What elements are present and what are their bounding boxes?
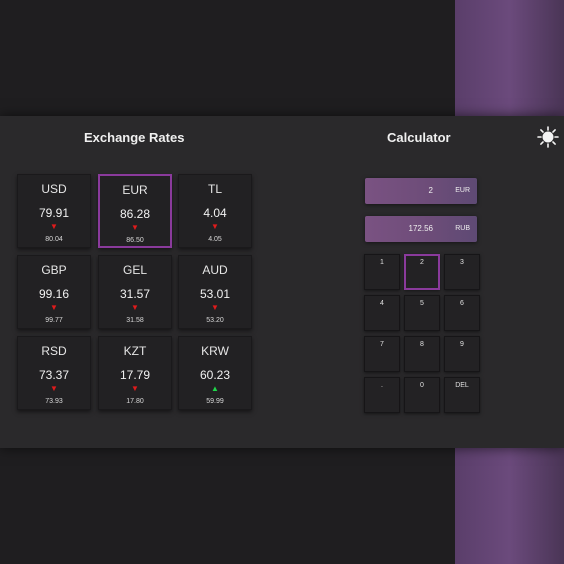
- output-currency: RUB: [455, 225, 470, 232]
- app-panel: Exchange Rates Calculator USD 79.91 ▼ 80.04…: [0, 116, 564, 448]
- key-5-button[interactable]: 5: [404, 295, 440, 331]
- currency-rate: 4.04: [203, 206, 227, 220]
- key-1-button[interactable]: 1: [364, 254, 400, 290]
- exchange-rates-title: Exchange Rates: [84, 130, 185, 145]
- currency-rate: 86.28: [119, 207, 151, 221]
- key-del-button[interactable]: DEL: [444, 377, 480, 413]
- sun-icon[interactable]: [537, 126, 559, 148]
- key-8-button[interactable]: 8: [404, 336, 440, 372]
- currency-rate: 31.57: [119, 287, 151, 301]
- arrow-down-icon: ▼: [211, 303, 219, 312]
- key-9-button[interactable]: 9: [444, 336, 480, 372]
- previous-rate: 17.80: [126, 398, 144, 405]
- previous-rate: 86.50: [126, 237, 144, 244]
- currency-code: GEL: [122, 263, 147, 277]
- currency-rate: 60.23: [199, 368, 231, 382]
- currency-card-rsd[interactable]: RSD 73.37 ▼ 73.93: [17, 336, 91, 410]
- input-display[interactable]: 2 EUR: [365, 178, 477, 204]
- currency-code: RSD: [41, 344, 67, 358]
- currency-rate: 73.37: [38, 368, 70, 382]
- arrow-down-icon: ▼: [131, 384, 139, 393]
- key-6-button[interactable]: 6: [444, 295, 480, 331]
- arrow-down-icon: ▼: [211, 222, 219, 231]
- previous-rate: 53.20: [206, 317, 224, 324]
- arrow-down-icon: ▼: [50, 303, 58, 312]
- arrow-down-icon: ▼: [50, 222, 58, 231]
- background-accent-top: [455, 0, 564, 116]
- arrow-down-icon: ▼: [131, 303, 139, 312]
- currency-card-gel[interactable]: GEL 31.57 ▼ 31.58: [98, 255, 172, 329]
- arrow-down-icon: ▼: [131, 223, 139, 232]
- currency-card-gbp[interactable]: GBP 99.16 ▼ 99.77: [17, 255, 91, 329]
- previous-rate: 59.99: [206, 398, 224, 405]
- currency-code: AUD: [202, 263, 228, 277]
- currency-card-eur[interactable]: EUR 86.28 ▼ 86.50: [98, 174, 172, 248]
- currency-code: KRW: [201, 344, 229, 358]
- arrow-down-icon: ▼: [50, 384, 58, 393]
- currency-code: USD: [41, 182, 67, 196]
- currency-rate: 79.91: [38, 206, 70, 220]
- currency-card-kzt[interactable]: KZT 17.79 ▼ 17.80: [98, 336, 172, 410]
- previous-rate: 80.04: [45, 236, 63, 243]
- background-accent-bottom: [455, 448, 564, 564]
- currency-card-tl[interactable]: TL 4.04 ▼ 4.05: [178, 174, 252, 248]
- currency-card-usd[interactable]: USD 79.91 ▼ 80.04: [17, 174, 91, 248]
- output-display: 172.56 RUB: [365, 216, 477, 242]
- previous-rate: 73.93: [45, 398, 63, 405]
- key-dot-button[interactable]: .: [364, 377, 400, 413]
- currency-code: EUR: [122, 183, 148, 197]
- previous-rate: 31.58: [126, 317, 144, 324]
- arrow-up-icon: ▲: [211, 384, 219, 393]
- currency-card-aud[interactable]: AUD 53.01 ▼ 53.20: [178, 255, 252, 329]
- currency-code: GBP: [41, 263, 67, 277]
- key-4-button[interactable]: 4: [364, 295, 400, 331]
- currency-code: KZT: [123, 344, 147, 358]
- key-7-button[interactable]: 7: [364, 336, 400, 372]
- input-currency: EUR: [455, 187, 470, 194]
- key-2-button[interactable]: 2: [404, 254, 440, 290]
- currency-card-krw[interactable]: KRW 60.23 ▲ 59.99: [178, 336, 252, 410]
- currency-rate: 17.79: [119, 368, 151, 382]
- output-value: 172.56: [408, 224, 433, 233]
- currency-rate: 99.16: [38, 287, 70, 301]
- previous-rate: 99.77: [45, 317, 63, 324]
- calculator-title: Calculator: [387, 130, 451, 145]
- key-0-button[interactable]: 0: [404, 377, 440, 413]
- key-3-button[interactable]: 3: [444, 254, 480, 290]
- previous-rate: 4.05: [208, 236, 222, 243]
- input-value: 2: [428, 186, 433, 195]
- currency-rate: 53.01: [199, 287, 231, 301]
- currency-code: TL: [207, 182, 222, 196]
